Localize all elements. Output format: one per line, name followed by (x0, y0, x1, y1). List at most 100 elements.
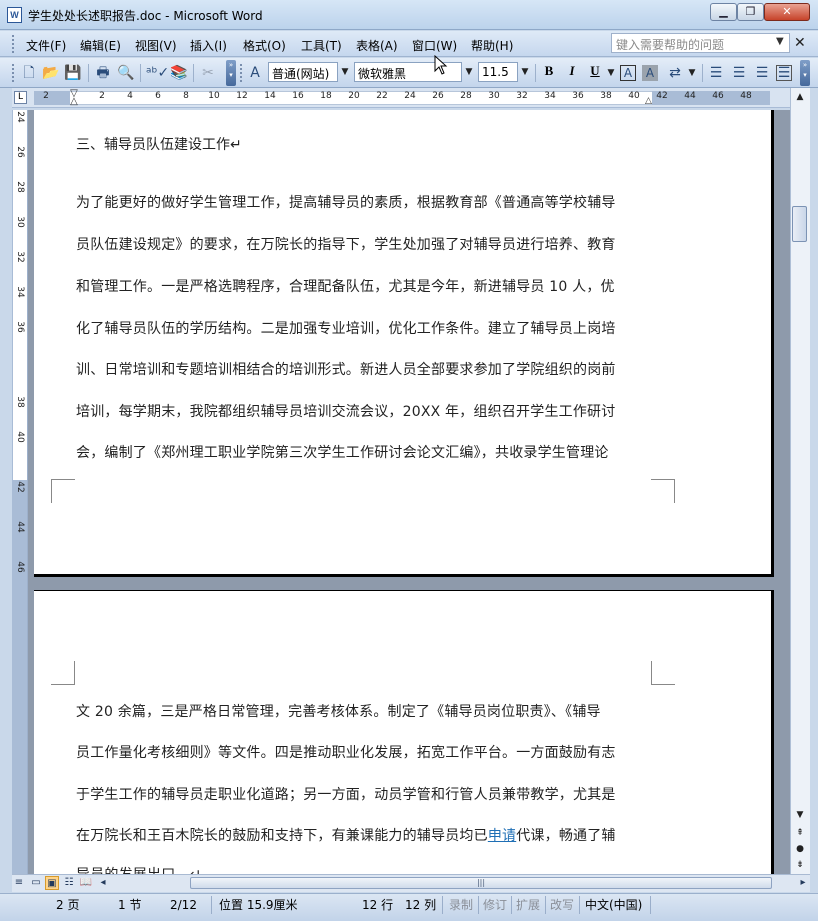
ruler-tick: 36 (572, 91, 584, 101)
page-corner-mark (651, 661, 675, 685)
status-language[interactable]: 中文(中国) (585, 896, 642, 914)
ruler-tick: 6 (155, 91, 161, 101)
mouse-pointer-icon (434, 55, 448, 75)
open-folder-icon[interactable]: 📂 (42, 64, 60, 82)
bold-button[interactable]: B (539, 63, 559, 83)
ruler-tick: 46 (712, 91, 724, 101)
ruler-tick: 32 (516, 91, 528, 101)
vruler-tick: 32 (15, 251, 25, 263)
toolbar-separator (193, 64, 194, 82)
paragraph-line[interactable]: 在万院长和王百木院长的鼓励和支持下，有兼课能力的辅导员均已申请代课，畅通了辅 (76, 825, 616, 845)
underline-button[interactable]: U (585, 63, 605, 83)
chevron-down-icon[interactable]: ▼ (518, 62, 532, 82)
document-close-icon[interactable]: ✕ (794, 35, 806, 51)
paragraph-line-partial[interactable]: 导员的发展出口。↵ (76, 864, 202, 874)
status-track-changes[interactable]: 修订 (483, 896, 507, 914)
chevron-down-icon[interactable]: ▼ (685, 63, 699, 83)
chevron-down-icon[interactable]: ▼ (604, 63, 618, 83)
close-button[interactable]: ✕ (764, 3, 810, 21)
chevron-down-icon[interactable]: ▼ (338, 62, 352, 82)
scroll-right-icon[interactable]: ▸ (796, 876, 810, 890)
select-browse-object-icon[interactable]: ● (793, 842, 807, 856)
hyperlink-text[interactable]: 申请 (488, 828, 516, 844)
vruler-tick: 30 (15, 216, 25, 228)
minimize-button[interactable]: ▁ (710, 3, 737, 21)
previous-page-icon[interactable]: ⇞ (793, 826, 807, 840)
document-page-1[interactable] (34, 110, 774, 577)
reading-layout-icon[interactable]: 📖 (79, 876, 93, 890)
vertical-scroll-thumb[interactable] (792, 206, 807, 242)
horizontal-scroll-thumb[interactable]: ||| (190, 877, 772, 889)
chevron-down-icon[interactable]: ▼ (776, 36, 784, 47)
chevron-down-icon[interactable]: ▼ (462, 62, 476, 82)
paragraph-line[interactable]: 化了辅导员队伍的学历结构。二是加强专业培训，优化工作条件。建立了辅导员上岗培 (76, 318, 616, 338)
paragraph-line[interactable]: 员工作量化考核细则》等文件。四是推动职业化发展，拓宽工作平台。一方面鼓励有志 (76, 742, 616, 762)
web-layout-icon[interactable]: ▭ (29, 876, 43, 890)
align-justify-icon[interactable]: ☰ (707, 64, 725, 82)
outline-view-icon[interactable]: ☷ (62, 876, 76, 890)
new-document-icon[interactable]: 🗋 (20, 64, 38, 82)
paragraph-line[interactable]: 员队伍建设规定》的要求，在万院长的指导下，学生处加强了对辅导员进行培养、教育 (76, 234, 616, 254)
section-heading[interactable]: 三、辅导员队伍建设工作↵ (76, 134, 242, 154)
scroll-down-icon[interactable]: ▼ (793, 808, 807, 822)
menu-edit[interactable]: 编辑(E) (80, 37, 121, 54)
ruler-tick: 8 (183, 91, 189, 101)
menu-view[interactable]: 视图(V) (135, 37, 177, 54)
ruler-tick: 34 (544, 91, 556, 101)
status-overtype[interactable]: 改写 (550, 896, 574, 914)
menu-table[interactable]: 表格(A) (356, 37, 398, 54)
paragraph-line[interactable]: 训、日常培训和专题培训相结合的培训形式。新进人员全部要求参加了学院组织的岗前 (76, 359, 616, 379)
menu-format[interactable]: 格式(O) (243, 37, 286, 54)
menu-window[interactable]: 窗口(W) (412, 37, 457, 54)
paragraph-line[interactable]: 于学生工作的辅导员走职业化道路；另一方面，动员学管和行管人员兼带教学，尤其是 (76, 784, 616, 804)
menu-insert[interactable]: 插入(I) (190, 37, 227, 54)
align-right-icon[interactable]: ☰ (753, 64, 771, 82)
styles-formatting-icon[interactable]: A (246, 64, 264, 82)
paragraph-line[interactable]: 为了能更好的做好学生管理工作，提高辅导员的素质，根据教育部《普通高等学校辅导 (76, 192, 616, 212)
help-search-input[interactable]: 键入需要帮助的问题 (611, 33, 790, 53)
scroll-up-icon[interactable]: ▲ (793, 90, 807, 104)
font-size-select[interactable]: 11.5 (478, 62, 518, 82)
scroll-left-icon[interactable]: ◂ (96, 876, 110, 890)
distributed-align-icon[interactable]: ☰ (776, 65, 792, 81)
character-scaling-icon[interactable]: ⇄ (666, 64, 684, 82)
tab-selector-icon[interactable]: L (14, 91, 27, 104)
menu-tools[interactable]: 工具(T) (301, 37, 342, 54)
print-icon[interactable]: 🖶 (94, 64, 112, 82)
next-page-icon[interactable]: ⇟ (793, 858, 807, 872)
align-center-icon[interactable]: ☰ (730, 64, 748, 82)
toolbar-grip-icon[interactable] (12, 64, 16, 82)
status-record[interactable]: 录制 (449, 896, 473, 914)
character-shading-icon[interactable]: A (642, 65, 658, 81)
toolbar-grip-icon[interactable] (240, 64, 244, 82)
page-corner-mark (651, 479, 675, 503)
menu-grip-icon[interactable] (12, 35, 16, 53)
paragraph-line[interactable]: 和管理工作。一是严格选聘程序，合理配备队伍，尤其是今年，新进辅导员 10 人，优 (76, 276, 615, 296)
paragraph-line[interactable]: 文 20 余篇，三是严格日常管理，完善考核体系。制定了《辅导员岗位职责》、《辅导 (76, 701, 601, 721)
indent-marker-icon[interactable]: ▽ △ (69, 89, 79, 107)
menu-file[interactable]: 文件(F) (26, 37, 66, 54)
cut-icon[interactable]: ✂ (199, 64, 217, 82)
save-icon[interactable]: 💾 (64, 64, 82, 82)
italic-button[interactable]: I (562, 63, 582, 83)
menu-help[interactable]: 帮助(H) (471, 37, 513, 54)
normal-view-icon[interactable]: ≡ (12, 876, 26, 890)
page-corner-mark (51, 479, 75, 503)
right-indent-marker-icon[interactable]: △ (645, 96, 652, 106)
paragraph-line[interactable]: 会，编制了《郑州理工职业学院第三次学生工作研讨会论文汇编》，共收录学生管理论 (76, 442, 609, 462)
paragraph-line[interactable]: 培训，每学期末，我院都组织辅导员培训交流会议，20XX 年，组织召开学生工作研讨 (76, 401, 615, 421)
research-icon[interactable]: 📚 (170, 64, 188, 82)
spelling-check-icon[interactable]: ᵃᵇ✓ (146, 64, 169, 82)
style-select[interactable]: 普通(网站) (268, 62, 338, 82)
status-page-of: 2/12 (170, 898, 197, 912)
print-preview-icon[interactable]: 🔍 (117, 64, 135, 82)
toolbar-options-icon[interactable]: » ▾ (800, 60, 810, 86)
ruler-tick: 42 (656, 91, 668, 101)
status-extend[interactable]: 扩展 (516, 896, 540, 914)
word-doc-icon[interactable]: W (7, 7, 22, 23)
character-border-icon[interactable]: A (620, 65, 636, 81)
print-layout-icon[interactable]: ▣ (45, 876, 59, 890)
restore-button[interactable]: ❐ (737, 3, 764, 21)
toolbar-options-icon[interactable]: » ▾ (226, 60, 236, 86)
status-separator (511, 896, 512, 914)
